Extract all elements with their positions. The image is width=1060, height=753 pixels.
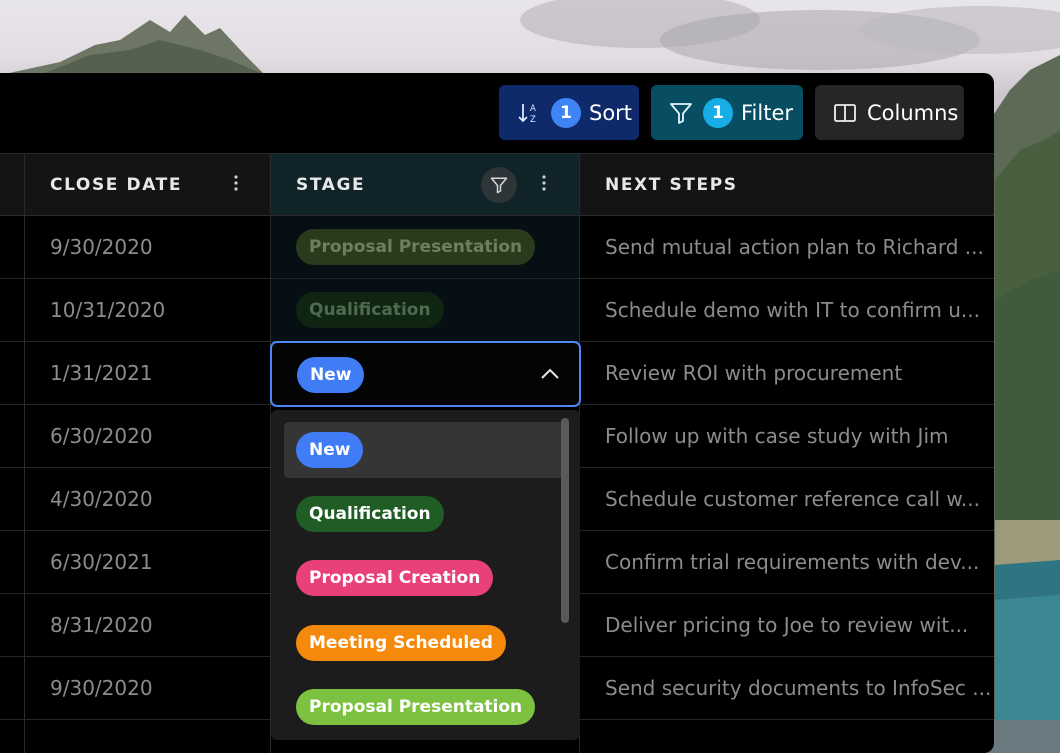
close-date-cell[interactable]: 1/31/2021 <box>24 342 270 404</box>
stage-option-new[interactable]: New <box>284 422 566 478</box>
stage-option-proposal-presentation[interactable]: Proposal Presentation <box>284 679 566 735</box>
option-chip: Meeting Scheduled <box>296 625 506 661</box>
close-date-cell[interactable]: 10/31/2020 <box>24 279 270 341</box>
header-next-steps[interactable]: NEXT STEPS <box>580 154 994 215</box>
next-steps-cell[interactable]: Schedule customer reference call w... <box>580 468 994 530</box>
next-steps-cell[interactable]: Schedule demo with IT to confirm u... <box>580 279 994 341</box>
option-chip: Proposal Creation <box>296 560 494 596</box>
header-cell-previous <box>0 154 24 215</box>
sort-label: Sort <box>589 100 633 125</box>
next-steps-cell[interactable]: Deliver pricing to Joe to review wit... <box>580 594 994 656</box>
next-steps-cell[interactable]: Review ROI with procurement <box>580 342 994 404</box>
selected-stage-chip: New <box>297 357 365 393</box>
stage-option-qualification[interactable]: Qualification <box>284 486 566 542</box>
dropdown-scrollbar[interactable] <box>561 418 569 623</box>
funnel-icon <box>670 102 692 124</box>
stage-select-editor[interactable]: New <box>270 341 581 407</box>
filter-button[interactable]: 1 Filter <box>651 85 803 140</box>
close-date-cell[interactable]: 6/30/2020 <box>24 405 270 467</box>
close-date-menu-icon[interactable] <box>234 174 238 194</box>
next-steps-cell[interactable]: Follow up with case study with Jim <box>580 405 994 467</box>
stage-chip: Qualification <box>296 292 444 328</box>
option-chip: New <box>296 432 364 468</box>
stage-chip: Proposal Presentation <box>296 229 536 265</box>
header-stage-label: STAGE <box>296 174 366 195</box>
header-close-date-label: CLOSE DATE <box>50 174 183 195</box>
svg-text:Z: Z <box>530 115 536 125</box>
sort-count-badge: 1 <box>551 97 581 128</box>
stage-option-meeting-scheduled[interactable]: Meeting Scheduled <box>284 615 566 671</box>
sort-button[interactable]: A Z 1 Sort <box>499 85 639 140</box>
grid-toolbar: A Z 1 Sort 1 Filter Columns <box>0 73 994 153</box>
sort-az-icon: A Z <box>518 103 536 125</box>
chevron-up-icon[interactable] <box>539 363 561 385</box>
filter-count-badge: 1 <box>703 97 733 128</box>
option-chip: Qualification <box>296 496 444 532</box>
close-date-cell[interactable]: 9/30/2020 <box>24 216 270 278</box>
stage-dropdown-menu: New Qualification Proposal Creation Meet… <box>271 410 580 740</box>
stage-cell[interactable]: Proposal Presentation <box>270 216 580 278</box>
stage-menu-icon[interactable] <box>542 174 546 194</box>
close-date-cell[interactable]: 6/30/2021 <box>24 531 270 593</box>
stage-filter-icon[interactable] <box>481 167 517 203</box>
stage-cell[interactable]: Qualification <box>270 279 580 341</box>
next-steps-cell[interactable]: Send security documents to InfoSec ... <box>580 657 994 719</box>
header-next-steps-label: NEXT STEPS <box>605 174 738 195</box>
columns-label: Columns <box>867 100 959 125</box>
table-row: 9/30/2020 Proposal Presentation Send mut… <box>0 216 994 279</box>
table-row: 10/31/2020 Qualification Schedule demo w… <box>0 279 994 342</box>
next-steps-cell[interactable]: Send mutual action plan to Richard ... <box>580 216 994 278</box>
header-row: CLOSE DATE STAGE NEXT STEPS <box>0 153 994 216</box>
close-date-cell[interactable]: 4/30/2020 <box>24 468 270 530</box>
columns-icon <box>834 103 856 122</box>
columns-button[interactable]: Columns <box>815 85 964 140</box>
svg-text:A: A <box>530 104 536 114</box>
close-date-cell[interactable]: 9/30/2020 <box>24 657 270 719</box>
close-date-cell[interactable]: 8/31/2020 <box>24 594 270 656</box>
header-stage[interactable]: STAGE <box>270 154 580 215</box>
column-divider <box>24 153 25 753</box>
next-steps-cell[interactable]: Confirm trial requirements with dev... <box>580 531 994 593</box>
stage-option-proposal-creation[interactable]: Proposal Creation <box>284 550 566 606</box>
filter-label: Filter <box>741 100 794 125</box>
